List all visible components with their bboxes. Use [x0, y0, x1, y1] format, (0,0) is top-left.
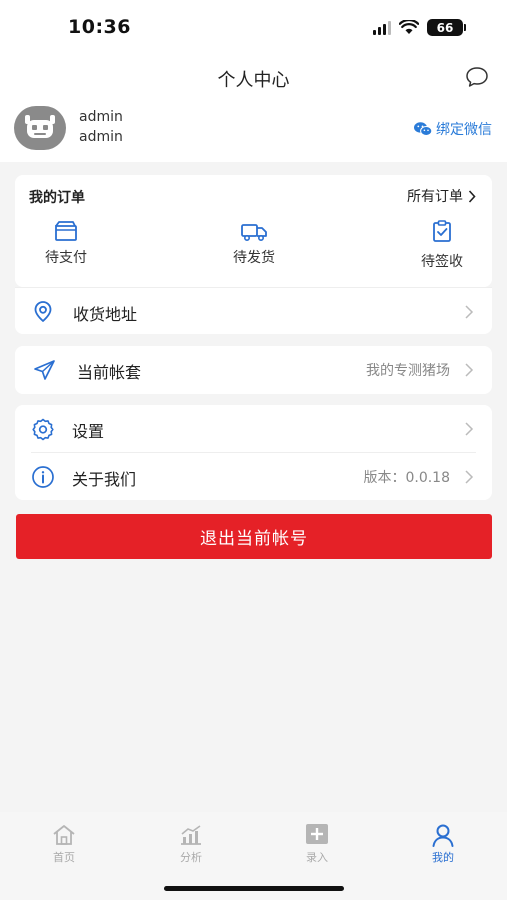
- version-value: 版本：0.0.18: [363, 470, 450, 486]
- plus-square-icon: [306, 824, 328, 844]
- chart-icon: [181, 825, 201, 845]
- tab-home[interactable]: 首页: [32, 822, 96, 865]
- tab-mine[interactable]: 我的: [411, 822, 475, 865]
- chevron-right-icon: [465, 422, 474, 436]
- home-indicator: [164, 886, 344, 891]
- wechat-icon: [414, 122, 433, 136]
- account-set-card: 当前帐套 我的专测猪场: [15, 346, 492, 394]
- order-pending-receipt-label: 待签收: [421, 254, 463, 270]
- order-pending-shipment-label: 待发货: [233, 250, 275, 266]
- tab-analysis[interactable]: 分析: [159, 822, 223, 865]
- status-time: 10:36: [68, 16, 131, 38]
- order-pending-shipment[interactable]: 待发货: [214, 219, 294, 267]
- avatar[interactable]: [14, 106, 66, 150]
- wallet-icon: [55, 221, 77, 241]
- orders-card: 我的订单 所有订单 待支付 待发货 待签收: [15, 175, 492, 287]
- chevron-right-icon: [465, 363, 474, 377]
- tab-entry-label: 录入: [306, 851, 328, 864]
- address-card: 收货地址: [15, 287, 492, 334]
- account-set-row[interactable]: 当前帐套 我的专测猪场: [15, 346, 492, 393]
- bind-wechat-label: 绑定微信: [436, 122, 492, 138]
- status-bar: 10:36 66: [0, 0, 507, 56]
- orders-title: 我的订单: [29, 190, 85, 206]
- settings-card: 设置 关于我们 版本：0.0.18: [15, 405, 492, 500]
- nav-header: 个人中心: [0, 56, 507, 100]
- all-orders-label: 所有订单: [407, 189, 463, 205]
- account-set-label: 当前帐套: [77, 363, 142, 382]
- gear-icon: [32, 418, 54, 441]
- chevron-right-icon: [468, 189, 476, 203]
- page-title: 个人中心: [217, 70, 290, 91]
- tab-analysis-label: 分析: [180, 851, 202, 864]
- tab-entry[interactable]: 录入: [285, 822, 349, 865]
- user-icon: [432, 824, 454, 847]
- send-icon: [34, 360, 55, 380]
- clipboard-check-icon: [433, 220, 451, 242]
- info-icon: [32, 466, 54, 488]
- chevron-right-icon: [465, 305, 474, 319]
- home-icon: [53, 825, 75, 845]
- tab-home-label: 首页: [53, 851, 75, 864]
- robot-avatar-icon: [25, 115, 55, 138]
- about-row[interactable]: 关于我们 版本：0.0.18: [15, 453, 492, 500]
- wifi-icon: [399, 20, 419, 34]
- chevron-right-icon: [465, 470, 474, 484]
- order-pending-receipt[interactable]: 待签收: [402, 219, 482, 271]
- settings-label: 设置: [72, 422, 105, 441]
- battery-icon: 66: [427, 19, 466, 36]
- location-icon: [34, 301, 52, 322]
- all-orders-link[interactable]: 所有订单: [407, 186, 476, 206]
- bind-wechat-button[interactable]: 绑定微信: [413, 119, 492, 139]
- status-icons: 66: [373, 19, 466, 36]
- signal-icon: [373, 20, 391, 35]
- profile-section: admin admin 绑定微信: [0, 100, 507, 162]
- account-set-value: 我的专测猪场: [366, 363, 450, 379]
- tab-mine-label: 我的: [432, 851, 454, 864]
- message-icon[interactable]: [465, 66, 489, 88]
- profile-account: admin: [79, 129, 123, 145]
- logout-button[interactable]: 退出当前帐号: [16, 514, 492, 559]
- address-label: 收货地址: [73, 305, 138, 324]
- settings-row[interactable]: 设置: [15, 405, 492, 452]
- order-pending-payment-label: 待支付: [45, 250, 87, 266]
- about-label: 关于我们: [72, 470, 137, 489]
- address-row[interactable]: 收货地址: [15, 288, 492, 335]
- truck-icon: [241, 224, 267, 241]
- profile-name: admin: [79, 109, 123, 125]
- order-pending-payment[interactable]: 待支付: [26, 219, 106, 267]
